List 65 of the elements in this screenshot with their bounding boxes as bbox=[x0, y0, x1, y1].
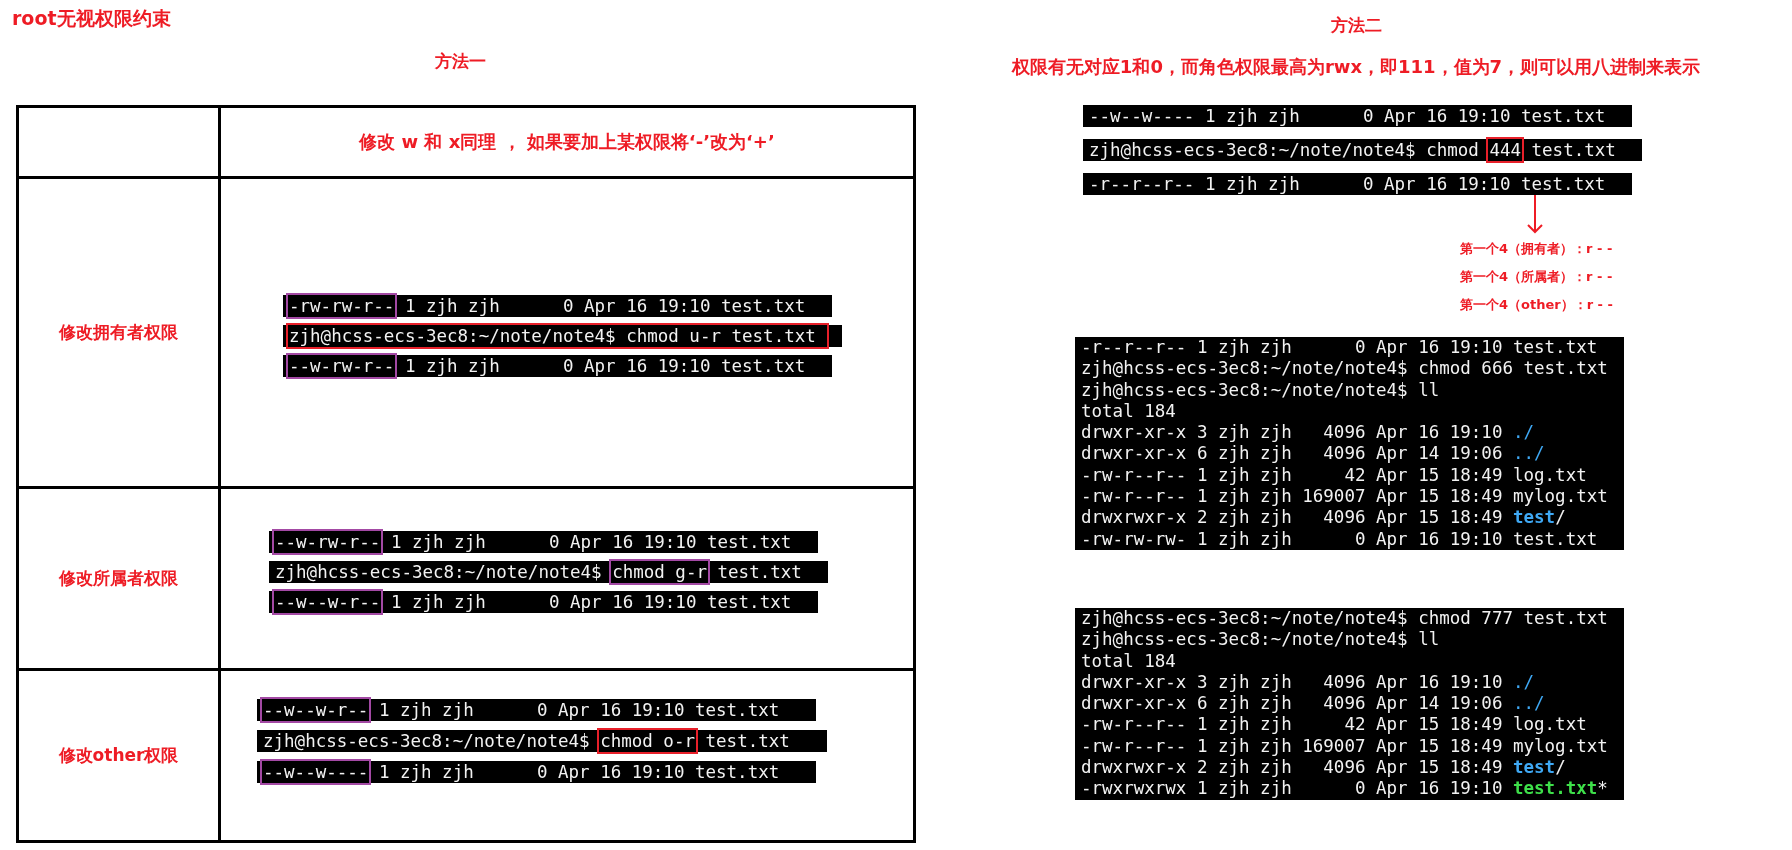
terminal-text: / bbox=[1555, 757, 1566, 778]
terminal-text: --w--w---- 1 zjh zjh 0 Apr 16 19:10 test.txt bbox=[1089, 106, 1607, 126]
terminal-text: test bbox=[1513, 757, 1556, 778]
terminal-text: zjh@hcss-ecs-3ec8:~/note/note4$ ll bbox=[1081, 379, 1440, 400]
terminal-text: total 184 bbox=[1081, 650, 1176, 671]
terminal-text: 1 zjh zjh 0 Apr 16 19:10 test.txt bbox=[403, 296, 807, 316]
highlighted-text: --w--w-r-- bbox=[275, 592, 381, 612]
terminal-text: 1 zjh zjh 0 Apr 16 19:10 test.txt bbox=[389, 592, 793, 612]
note-text: 第一个4（拥有者）：r - - bbox=[1460, 240, 1613, 258]
terminal-text: -rwxrwxrwx 1 zjh zjh 0 Apr 16 19:10 bbox=[1081, 778, 1504, 799]
terminal-text: * bbox=[1597, 778, 1608, 799]
terminal-text: 1 zjh zjh 0 Apr 16 19:10 test.txt bbox=[389, 532, 793, 552]
terminal-text: zjh@hcss-ecs-3ec8:~/note/note4$ bbox=[263, 731, 591, 751]
terminal-text: 1 zjh zjh 0 Apr 16 19:10 test.txt bbox=[377, 700, 781, 720]
terminal-text: test.txt bbox=[1513, 778, 1598, 799]
terminal-text: ../ bbox=[1513, 693, 1545, 714]
terminal-text: total 184 bbox=[1081, 400, 1176, 421]
subtitle: 权限有无对应1和0，而角色权限最高为rwx，即111，值为7，则可以用八进制来表示 bbox=[1011, 55, 1701, 79]
highlighted-text: -rw-rw-r-- bbox=[289, 296, 395, 316]
highlighted-text: chmod g-r bbox=[612, 562, 707, 582]
row-label: 修改other权限 bbox=[19, 671, 221, 843]
terminal-text: drwxr-xr-x 6 zjh zjh 4096 Apr 14 19:06 bbox=[1081, 443, 1504, 464]
note-text: 第一个4（所属者）：r - - bbox=[1460, 268, 1613, 286]
terminal-text: zjh@hcss-ecs-3ec8:~/note/note4$ ll bbox=[1081, 629, 1440, 650]
terminal-text: zjh@hcss-ecs-3ec8:~/note/note4$ chmod 777 test.txt bbox=[1081, 607, 1608, 628]
section-heading: 方法一 bbox=[434, 50, 486, 73]
terminal-text: zjh@hcss-ecs-3ec8:~/note/note4$ chmod 666 test.txt bbox=[1081, 358, 1608, 379]
highlighted-text: --w-rw-r-- bbox=[289, 356, 395, 376]
terminal-text: test.txt bbox=[716, 562, 803, 582]
terminal-text: test.txt bbox=[704, 731, 791, 751]
terminal-text: drwxrwxr-x 2 zjh zjh 4096 Apr 15 18:49 bbox=[1081, 757, 1504, 778]
page-title: root无视权限约束 bbox=[12, 6, 171, 31]
terminal-text: -rw-rw-rw- 1 zjh zjh 0 Apr 16 19:10 test.txt bbox=[1081, 528, 1598, 549]
terminal-text: drwxr-xr-x 3 zjh zjh 4096 Apr 16 19:10 bbox=[1081, 422, 1504, 443]
terminal-text: test.txt bbox=[1530, 140, 1617, 160]
note-text: 第一个4（other）：r - - bbox=[1460, 296, 1613, 314]
highlighted-text: --w-rw-r-- bbox=[275, 532, 381, 552]
terminal-text: ../ bbox=[1513, 443, 1545, 464]
row-label: 修改拥有者权限 bbox=[19, 179, 221, 489]
highlighted-text: --w--w-r-- bbox=[263, 700, 369, 720]
terminal-text: -rw-r--r-- 1 zjh zjh 42 Apr 15 18:49 log.txt bbox=[1081, 464, 1587, 485]
terminal-text: drwxrwxr-x 2 zjh zjh 4096 Apr 15 18:49 bbox=[1081, 507, 1504, 528]
arrow-icon bbox=[1525, 195, 1545, 235]
terminal-text: drwxr-xr-x 3 zjh zjh 4096 Apr 16 19:10 bbox=[1081, 671, 1504, 692]
terminal-text: 1 zjh zjh 0 Apr 16 19:10 test.txt bbox=[403, 356, 807, 376]
section-heading: 方法二 bbox=[1330, 14, 1382, 37]
terminal-text: -r--r--r-- 1 zjh zjh 0 Apr 16 19:10 test.txt bbox=[1089, 174, 1607, 194]
terminal-text: zjh@hcss-ecs-3ec8:~/note/note4$ chmod bbox=[1089, 140, 1480, 160]
highlighted-text: 444 bbox=[1489, 140, 1521, 160]
header-note: 修改 w 和 x同理 ， 如果要加上某权限将‘-’改为‘+’ bbox=[359, 130, 775, 154]
terminal-text: 1 zjh zjh 0 Apr 16 19:10 test.txt bbox=[377, 762, 781, 782]
highlighted-text: chmod o-r bbox=[600, 731, 695, 751]
highlighted-text: zjh@hcss-ecs-3ec8:~/note/note4$ chmod u-r test.txt bbox=[289, 326, 827, 346]
terminal-text: ./ bbox=[1513, 422, 1535, 443]
highlighted-text: --w--w---- bbox=[263, 762, 369, 782]
terminal-text: test bbox=[1513, 507, 1556, 528]
terminal-text: drwxr-xr-x 6 zjh zjh 4096 Apr 14 19:06 bbox=[1081, 693, 1504, 714]
terminal-text: zjh@hcss-ecs-3ec8:~/note/note4$ bbox=[275, 562, 603, 582]
terminal-text: ./ bbox=[1513, 671, 1535, 692]
row-label: 修改所属者权限 bbox=[19, 489, 221, 671]
terminal-text: / bbox=[1555, 507, 1566, 528]
terminal-text: -rw-r--r-- 1 zjh zjh 42 Apr 15 18:49 log.txt bbox=[1081, 714, 1587, 735]
terminal-text: -rw-r--r-- 1 zjh zjh 169007 Apr 15 18:49 mylog.txt bbox=[1081, 735, 1608, 756]
terminal-text: -rw-r--r-- 1 zjh zjh 169007 Apr 15 18:49 mylog.txt bbox=[1081, 486, 1608, 507]
terminal-text: -r--r--r-- 1 zjh zjh 0 Apr 16 19:10 test.txt bbox=[1081, 337, 1598, 357]
